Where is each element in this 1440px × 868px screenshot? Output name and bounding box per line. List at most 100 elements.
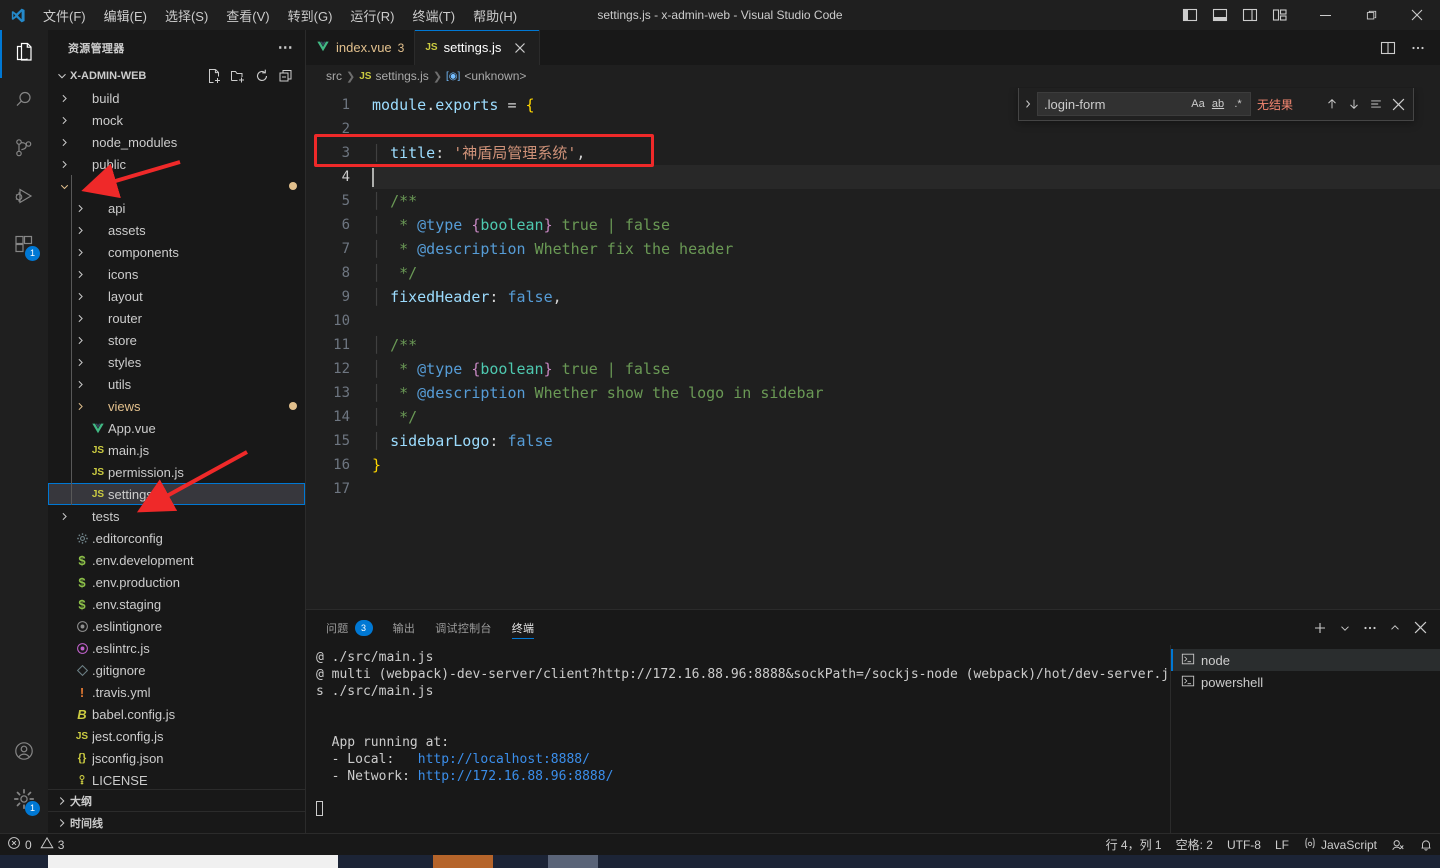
tree-folder-utils[interactable]: utils: [48, 373, 305, 395]
tree-file--eslintrc-js[interactable]: .eslintrc.js: [48, 637, 305, 659]
menu-edit[interactable]: 编辑(E): [95, 0, 156, 30]
tree-folder-layout[interactable]: layout: [48, 285, 305, 307]
tree-file--env-development[interactable]: $ .env.development: [48, 549, 305, 571]
toggle-panel-icon[interactable]: [1206, 2, 1234, 28]
find-in-selection-icon[interactable]: [1365, 93, 1387, 115]
tree-folder-src[interactable]: src: [48, 175, 305, 197]
outline-section[interactable]: 大纲: [48, 789, 305, 811]
code-line[interactable]: │ title: '神盾局管理系统',: [372, 141, 1440, 165]
toggle-replace-icon[interactable]: [1019, 88, 1037, 121]
terminal-link[interactable]: http://172.16.88.96:8888/: [418, 769, 614, 784]
code-line[interactable]: │ * @description Whether show the logo i…: [372, 381, 1440, 405]
terminal-output[interactable]: @ ./src/main.js @ multi (webpack)-dev-ser…: [306, 645, 1170, 833]
find-widget[interactable]: Aa ab .* 无结果: [1018, 88, 1414, 121]
code-line[interactable]: │ */: [372, 261, 1440, 285]
editor-tab-settings-js[interactable]: JS settings.js: [415, 30, 541, 65]
code-line[interactable]: │ * @description Whether fix the header: [372, 237, 1440, 261]
close-panel-icon[interactable]: [1408, 616, 1432, 640]
status-language-mode[interactable]: JavaScript: [1296, 834, 1384, 856]
close-icon[interactable]: [511, 39, 529, 57]
maximize-button[interactable]: [1348, 0, 1394, 30]
use-regex-icon[interactable]: .*: [1228, 94, 1248, 114]
status-encoding[interactable]: UTF-8: [1220, 834, 1268, 856]
chevron-down-icon[interactable]: [1333, 616, 1357, 640]
code-line[interactable]: }: [372, 453, 1440, 477]
collapse-all-icon[interactable]: [275, 65, 297, 87]
status-eol[interactable]: LF: [1268, 834, 1296, 856]
code-line[interactable]: [372, 165, 1440, 189]
tree-file--env-staging[interactable]: $ .env.staging: [48, 593, 305, 615]
panel-tabs[interactable]: 问题 3 输出 调试控制台 终端: [326, 610, 554, 645]
customize-layout-icon[interactable]: [1266, 2, 1294, 28]
next-match-icon[interactable]: [1343, 93, 1365, 115]
code-line[interactable]: │ /**: [372, 333, 1440, 357]
terminal-prompt[interactable]: [316, 801, 1170, 818]
tree-folder-router[interactable]: router: [48, 307, 305, 329]
maximize-panel-icon[interactable]: [1383, 616, 1407, 640]
editor-tabs[interactable]: index.vue 3 JS settings.js: [306, 30, 541, 65]
tree-folder-views[interactable]: views: [48, 395, 305, 417]
tree-folder-store[interactable]: store: [48, 329, 305, 351]
activity-explorer[interactable]: [0, 30, 48, 78]
tree-file--env-production[interactable]: $ .env.production: [48, 571, 305, 593]
status-indentation[interactable]: 空格: 2: [1169, 834, 1220, 856]
terminal-link[interactable]: http://localhost:8888/: [418, 752, 590, 767]
folder-section-header[interactable]: X-ADMIN-WEB: [48, 65, 305, 87]
tab-terminal[interactable]: 终端: [511, 610, 535, 645]
breadcrumb-item-src[interactable]: src: [326, 69, 342, 83]
terminal-instances-list[interactable]: node powershell: [1170, 645, 1440, 833]
tree-file--editorconfig[interactable]: .editorconfig: [48, 527, 305, 549]
tab-output[interactable]: 输出: [393, 610, 416, 645]
code-line[interactable]: │ sidebarLogo: false: [372, 429, 1440, 453]
activity-extensions[interactable]: 1: [0, 222, 48, 270]
activity-search[interactable]: [0, 78, 48, 126]
timeline-section[interactable]: 时间线: [48, 811, 305, 833]
editor-more-actions-icon[interactable]: [1404, 34, 1432, 62]
tree-file-jsconfig-json[interactable]: {} jsconfig.json: [48, 747, 305, 769]
status-notifications-bell-icon[interactable]: [1412, 834, 1440, 856]
match-case-icon[interactable]: Aa: [1188, 94, 1208, 114]
minimize-button[interactable]: [1302, 0, 1348, 30]
close-button[interactable]: [1394, 0, 1440, 30]
menu-run[interactable]: 运行(R): [341, 0, 403, 30]
panel-more-actions-icon[interactable]: [1358, 616, 1382, 640]
tree-file-babel-config-js[interactable]: Bbabel.config.js: [48, 703, 305, 725]
breadcrumb-item-symbol[interactable]: [◉] <unknown>: [446, 69, 526, 83]
breadcrumb-item-file[interactable]: JS settings.js: [359, 69, 429, 83]
toggle-primary-sidebar-icon[interactable]: [1176, 2, 1204, 28]
code-line[interactable]: │ /**: [372, 189, 1440, 213]
find-input[interactable]: [1044, 96, 1188, 112]
code-line[interactable]: [372, 309, 1440, 333]
tree-folder-mock[interactable]: mock: [48, 109, 305, 131]
match-whole-word-icon[interactable]: ab: [1208, 94, 1228, 114]
menu-file[interactable]: 文件(F): [34, 0, 95, 30]
code-line[interactable]: │ fixedHeader: false,: [372, 285, 1440, 309]
tree-file-main-js[interactable]: JS main.js: [48, 439, 305, 461]
close-icon[interactable]: [1387, 93, 1409, 115]
tree-folder-assets[interactable]: assets: [48, 219, 305, 241]
file-tree[interactable]: build mock node_modules public src api assets c…: [48, 87, 305, 789]
new-terminal-icon[interactable]: [1308, 616, 1332, 640]
editor-tab-index-vue[interactable]: index.vue 3: [306, 30, 416, 65]
status-feedback-icon[interactable]: [1384, 834, 1412, 856]
menu-go[interactable]: 转到(G): [279, 0, 342, 30]
new-file-icon[interactable]: [203, 65, 225, 87]
tree-file--gitignore[interactable]: .gitignore: [48, 659, 305, 681]
activity-source-control[interactable]: [0, 126, 48, 174]
tree-file-jest-config-js[interactable]: JS jest.config.js: [48, 725, 305, 747]
activity-run-debug[interactable]: [0, 174, 48, 222]
code-line[interactable]: │ * @type {boolean} true | false: [372, 357, 1440, 381]
code-line[interactable]: │ * @type {boolean} true | false: [372, 213, 1440, 237]
code-content[interactable]: module.exports = {│ title: '神盾局管理系统', │ /…: [372, 87, 1440, 609]
split-editor-icon[interactable]: [1374, 34, 1402, 62]
tree-file-settings-js[interactable]: JS settings.js: [48, 483, 305, 505]
tree-folder-styles[interactable]: styles: [48, 351, 305, 373]
status-cursor-position[interactable]: 行 4，列 1: [1099, 834, 1169, 856]
tree-file-app-vue[interactable]: App.vue: [48, 417, 305, 439]
tree-folder-api[interactable]: api: [48, 197, 305, 219]
menu-terminal[interactable]: 终端(T): [403, 0, 464, 30]
sidebar-more-actions-icon[interactable]: ⋯: [274, 40, 297, 55]
tree-folder-tests[interactable]: tests: [48, 505, 305, 527]
tab-problems[interactable]: 问题 3: [326, 610, 373, 645]
activity-accounts[interactable]: [0, 729, 48, 777]
